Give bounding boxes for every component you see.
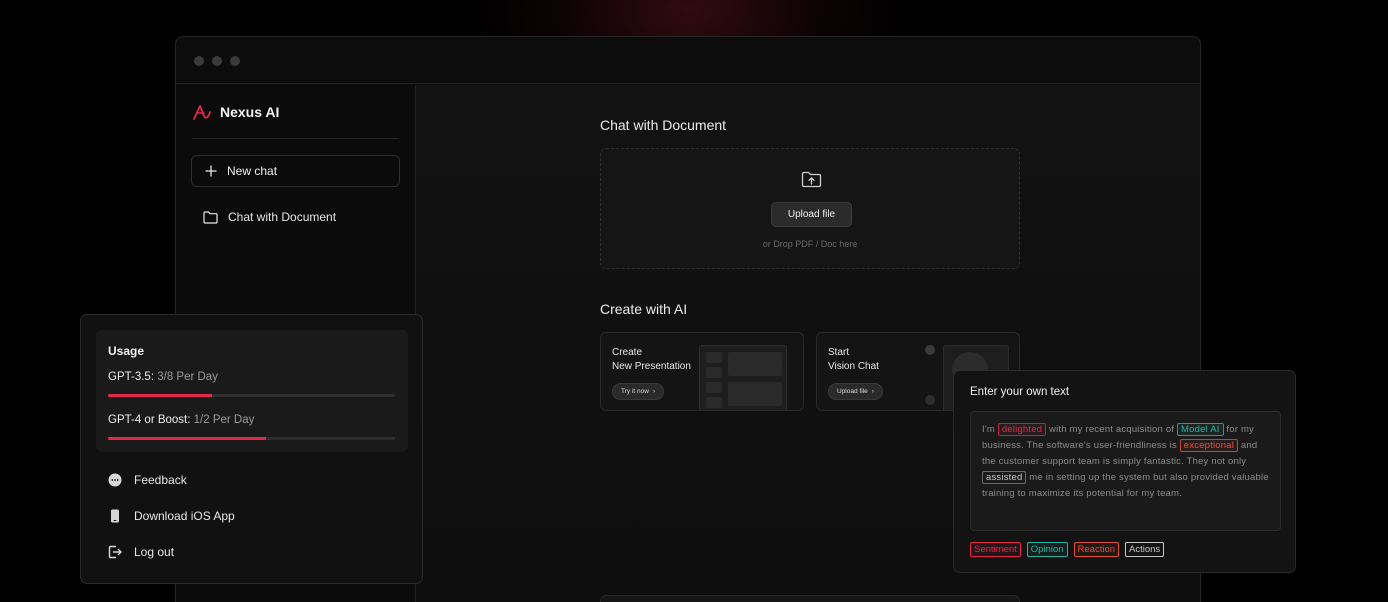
usage-panel: Usage GPT-3.5: 3/8 Per Day GPT-4 or Boos…: [80, 314, 423, 584]
text-panel-title: Enter your own text: [970, 386, 1070, 398]
create-presentation-card[interactable]: Create New Presentation Try it now ›: [600, 332, 804, 411]
chevron-right-icon: ›: [652, 388, 656, 395]
label-chip-sentiment[interactable]: Sentiment: [970, 542, 1021, 557]
chat-bubble-icon: [108, 473, 122, 487]
chat-with-document-heading: Chat with Document: [600, 117, 727, 133]
brand-name: Nexus AI: [220, 104, 280, 120]
avatar-icon: [925, 345, 935, 355]
highlighted-word: assisted: [982, 471, 1027, 484]
card-title: Create New Presentation: [612, 347, 691, 372]
logout-icon: [108, 545, 122, 559]
highlighted-word: exceptional: [1179, 439, 1239, 452]
presentation-thumbnail: [699, 345, 787, 410]
window-close-dot[interactable]: [194, 56, 204, 66]
usage-gpt35: GPT-3.5: 3/8 Per Day: [108, 371, 218, 383]
text-input-area[interactable]: I'm delighted with my recent acquisition…: [970, 411, 1281, 531]
usage-gpt35-bar: [108, 394, 395, 397]
log-out-menu-item[interactable]: Log out: [108, 545, 174, 559]
upload-hint: or Drop PDF / Doc here: [762, 239, 858, 249]
usage-gpt4: GPT-4 or Boost: 1/2 Per Day: [108, 414, 255, 426]
feedback-menu-item[interactable]: Feedback: [108, 473, 187, 487]
divider: [192, 138, 399, 139]
brand[interactable]: Nexus AI: [192, 103, 279, 121]
text-analysis-panel: Enter your own text I'm delighted with m…: [953, 370, 1296, 573]
new-chat-label: New chat: [227, 164, 278, 178]
usage-box: Usage GPT-3.5: 3/8 Per Day GPT-4 or Boos…: [96, 330, 408, 452]
label-chip-opinion[interactable]: Opinion: [1026, 542, 1068, 557]
upload-dropzone[interactable]: Upload file or Drop PDF / Doc here: [600, 148, 1020, 269]
label-chip-actions[interactable]: Actions: [1125, 542, 1165, 557]
upload-file-button[interactable]: Upload file: [771, 202, 852, 227]
usage-gpt35-fill: [108, 394, 213, 397]
text-segment: I'm: [982, 424, 998, 435]
usage-gpt4-bar: [108, 437, 395, 440]
try-it-now-button[interactable]: Try it now ›: [612, 383, 665, 400]
sidebar-item-chat-with-document[interactable]: Chat with Document: [203, 210, 336, 224]
download-ios-app-menu-item[interactable]: Download iOS App: [108, 509, 235, 523]
usage-title: Usage: [108, 344, 145, 358]
phone-icon: [111, 509, 119, 523]
new-chat-button[interactable]: New chat: [191, 155, 400, 187]
card-title: Start Vision Chat: [828, 347, 879, 372]
label-chip-reaction[interactable]: Reaction: [1073, 542, 1120, 557]
create-with-ai-heading: Create with AI: [600, 301, 688, 317]
assistant-icon: [925, 395, 935, 405]
window-minimize-dot[interactable]: [212, 56, 222, 66]
chevron-right-icon: ›: [871, 388, 874, 395]
highlighted-word: Model AI: [1177, 423, 1224, 436]
upload-file-pill-button[interactable]: Upload file ›: [828, 383, 883, 400]
upload-folder-icon: [801, 171, 822, 188]
label-chips: Sentiment Opinion Reaction Actions: [970, 542, 1165, 557]
window-maximize-dot[interactable]: [230, 56, 240, 66]
nexus-logo-icon: [193, 105, 211, 120]
text-segment: with my recent acquisition of: [1046, 424, 1177, 435]
plus-icon: [205, 165, 217, 177]
window-titlebar: [176, 37, 1200, 84]
chat-input-bar[interactable]: [600, 595, 1020, 602]
usage-gpt4-fill: [108, 437, 266, 440]
sidebar-item-label: Chat with Document: [228, 210, 337, 224]
folder-icon: [203, 210, 218, 224]
highlighted-word: delighted: [997, 423, 1047, 436]
